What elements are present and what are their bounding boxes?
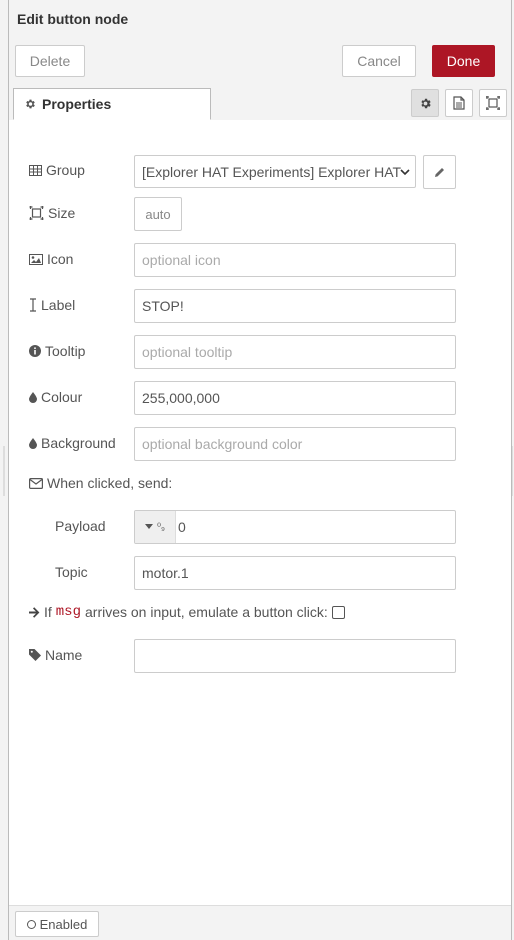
- group-select[interactable]: [Explorer HAT Experiments] Explorer HAT: [134, 155, 416, 188]
- payload-typed-input[interactable]: ⁰₉ 0: [134, 510, 456, 544]
- label-input[interactable]: STOP!: [134, 289, 456, 323]
- table-icon: [29, 164, 42, 176]
- icon-row-label: Icon: [29, 251, 73, 267]
- background-label: Background: [41, 435, 116, 451]
- tint-icon: [29, 437, 37, 449]
- tint-icon: [29, 391, 37, 403]
- payload-type-select[interactable]: ⁰₉: [135, 511, 176, 543]
- payload-label: Payload: [55, 518, 106, 534]
- tray-title: Edit button node: [17, 11, 129, 27]
- caret-down-icon: [145, 524, 153, 529]
- tab-appearance[interactable]: [479, 89, 507, 117]
- name-row-label: Name: [29, 647, 82, 663]
- emulate-code: msg: [55, 604, 81, 620]
- background-input[interactable]: optional background color: [134, 427, 456, 461]
- when-clicked-label: When clicked, send:: [47, 475, 173, 491]
- enabled-toggle[interactable]: Enabled: [15, 911, 99, 937]
- label-row-label: Label: [29, 297, 75, 313]
- group-label: Group: [46, 162, 85, 178]
- topic-input[interactable]: motor.1: [134, 556, 456, 590]
- gear-icon: [26, 99, 35, 109]
- topic-row-label: Topic: [55, 564, 88, 580]
- arrow-right-icon: [29, 606, 40, 618]
- tray-toolbar: Delete Cancel Done: [9, 38, 511, 85]
- emulate-prefix: If: [44, 604, 52, 620]
- done-button[interactable]: Done: [432, 45, 495, 77]
- tab-description[interactable]: [445, 89, 473, 117]
- tray-header: Edit button node: [9, 0, 511, 39]
- background-row-label: Background: [29, 435, 116, 451]
- description-icon: [453, 96, 465, 110]
- edit-group-button[interactable]: [423, 155, 456, 189]
- emulate-row: If msg arrives on input, emulate a butto…: [29, 604, 345, 620]
- delete-button[interactable]: Delete: [15, 45, 85, 77]
- tag-icon: [29, 649, 41, 661]
- number-type-icon: ⁰₉: [157, 521, 165, 533]
- text-cursor-icon: [30, 298, 36, 312]
- chevron-down-icon: [400, 169, 410, 176]
- tab-settings[interactable]: [411, 89, 439, 117]
- tray-footer: Enabled: [9, 905, 511, 940]
- icon-label: Icon: [47, 251, 74, 267]
- label-label: Label: [41, 297, 76, 313]
- payload-row-label: Payload: [55, 518, 106, 534]
- colour-row-label: Colour: [29, 389, 82, 405]
- tab-properties[interactable]: Properties: [13, 88, 211, 120]
- gear-icon: [420, 98, 431, 108]
- tooltip-label: Tooltip: [45, 343, 86, 359]
- circle-icon: [26, 919, 36, 929]
- tooltip-input[interactable]: optional tooltip: [134, 335, 456, 369]
- info-icon: [29, 345, 41, 357]
- when-clicked-heading: When clicked, send:: [29, 475, 172, 491]
- size-row-label: Size: [29, 205, 75, 221]
- topic-label: Topic: [55, 564, 88, 580]
- payload-value: 0: [178, 519, 186, 535]
- emulate-suffix: arrives on input, emulate a button click…: [85, 604, 328, 620]
- appearance-icon: [486, 96, 500, 110]
- left-resize-handle[interactable]: [3, 446, 5, 496]
- image-icon: [29, 253, 43, 265]
- enabled-label: Enabled: [39, 916, 88, 932]
- pencil-icon: [435, 167, 444, 177]
- icon-input[interactable]: optional icon: [134, 243, 456, 277]
- size-button[interactable]: auto: [134, 197, 182, 231]
- size-label: Size: [48, 205, 76, 221]
- colour-input[interactable]: 255,000,000: [134, 381, 456, 415]
- group-select-value: [Explorer HAT Experiments] Explorer HAT: [142, 163, 402, 180]
- tab-properties-label: Properties: [42, 96, 112, 112]
- properties-content: Group [Explorer HAT Experiments] Explore…: [9, 120, 511, 906]
- colour-label: Colour: [41, 389, 83, 405]
- name-input[interactable]: [134, 639, 456, 673]
- group-row-label: Group: [29, 162, 85, 178]
- edit-tray: Edit button node Delete Cancel Done Prop…: [8, 0, 512, 940]
- name-label: Name: [45, 647, 83, 663]
- tooltip-row-label: Tooltip: [29, 343, 85, 359]
- resize-icon: [29, 206, 44, 220]
- emulate-checkbox[interactable]: [331, 605, 345, 619]
- tabs-bar: Properties: [9, 84, 511, 121]
- envelope-icon: [29, 477, 43, 489]
- cancel-button[interactable]: Cancel: [342, 45, 416, 77]
